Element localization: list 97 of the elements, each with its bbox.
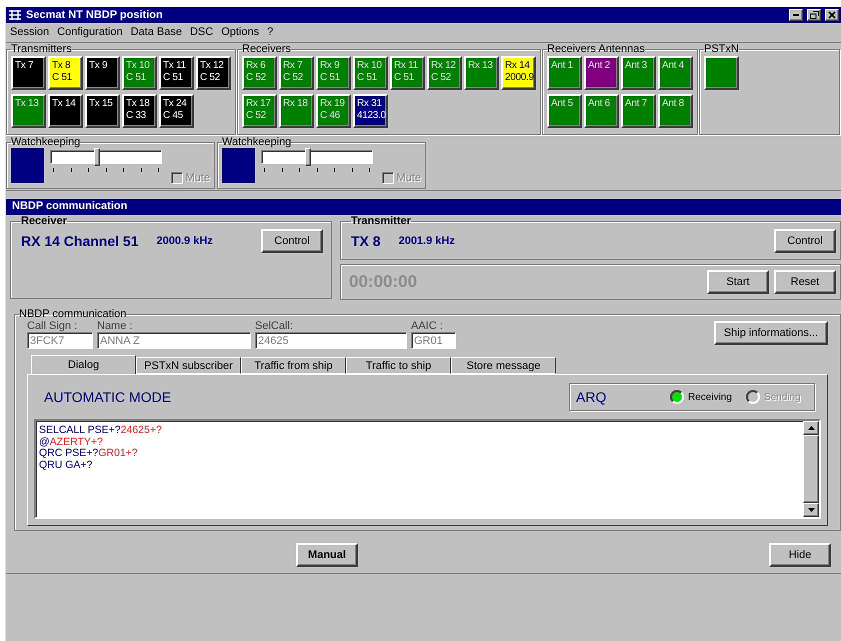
status-tile[interactable]: Rx 12 C 52 <box>427 56 462 90</box>
log-line: SELCALL PSE+?24625+? <box>39 425 163 436</box>
panel-title: Transmitter <box>351 215 411 227</box>
group-title: NBDP communication <box>19 308 126 320</box>
action-button[interactable]: Hide <box>769 543 831 567</box>
volume-slider[interactable] <box>50 150 162 164</box>
up-arrow-icon <box>808 426 814 430</box>
status-tile[interactable]: Ant 2 <box>584 56 619 90</box>
status-tile[interactable]: Tx 13 <box>11 94 46 128</box>
field-label: AAIC : <box>411 320 444 332</box>
status-tile[interactable]: Ant 3 <box>621 56 656 90</box>
status-tile[interactable]: Tx 11 C 51 <box>159 56 194 90</box>
menu-item[interactable]: Options <box>221 26 260 39</box>
slider-thumb[interactable] <box>94 148 100 166</box>
protocol-label: ARQ <box>576 389 608 405</box>
status-tile[interactable]: Rx 19 C 46 <box>316 94 351 128</box>
status-indicator <box>11 148 44 183</box>
section-title: NBDP communication <box>6 199 841 215</box>
status-tile[interactable]: Ant 4 <box>658 56 693 90</box>
status-tile[interactable]: Rx 18 <box>279 94 314 128</box>
status-tile[interactable]: Ant 5 <box>547 94 582 128</box>
status-tile[interactable]: Tx 12 C 52 <box>196 56 231 90</box>
log-line: QRU GA+? <box>39 460 94 471</box>
group-title: Watchkeeping <box>222 136 292 148</box>
indicator-label: Sending <box>764 392 801 402</box>
down-arrow-icon <box>808 508 814 512</box>
menu-item[interactable]: Data Base <box>130 26 182 39</box>
volume-slider[interactable] <box>261 150 373 164</box>
status-tile[interactable]: Tx 8 C 51 <box>48 56 83 90</box>
channel-label: TX 8 <box>351 233 381 249</box>
status-tile[interactable]: Tx 15 <box>85 94 120 128</box>
scrollbar[interactable] <box>803 421 819 517</box>
status-tile[interactable]: Ant 6 <box>584 94 619 128</box>
input-field[interactable]: 3FCK7 <box>27 332 93 349</box>
mode-label: AUTOMATIC MODE <box>44 389 172 405</box>
status-tile[interactable]: Rx 10 C 51 <box>353 56 388 90</box>
action-button[interactable]: Start <box>707 270 769 294</box>
status-tile[interactable]: Rx 14 2000.9 <box>501 56 536 90</box>
status-tile[interactable]: Tx 10 C 51 <box>122 56 157 90</box>
slider-thumb[interactable] <box>305 148 312 166</box>
field-label: Call Sign : <box>27 320 78 332</box>
group-title: Watchkeeping <box>11 136 80 148</box>
menu-item[interactable]: Configuration <box>57 26 123 39</box>
status-tile[interactable]: Tx 24 C 45 <box>159 94 194 128</box>
status-tile[interactable]: Ant 7 <box>621 94 656 128</box>
input-field[interactable]: GR01 <box>411 332 456 349</box>
control-button[interactable]: Control <box>774 229 836 253</box>
tab[interactable]: Traffic from ship <box>241 357 346 374</box>
close-button[interactable] <box>825 9 839 21</box>
menu-item[interactable]: Session <box>10 26 50 39</box>
input-field[interactable]: ANNA Z <box>97 332 251 349</box>
status-tile[interactable]: Rx 13 <box>464 56 499 90</box>
status-tile[interactable]: Tx 18 C 33 <box>122 94 157 128</box>
menu-item[interactable]: ? <box>267 26 274 39</box>
minimize-button[interactable] <box>789 9 803 21</box>
frequency-label: 2001.9 kHz <box>398 235 455 247</box>
group-title: Receivers Antennas <box>547 43 645 55</box>
status-tile[interactable]: Rx 11 C 51 <box>390 56 425 90</box>
tab[interactable]: Store message <box>451 357 556 374</box>
log-line: QRC PSE+?GR01+? <box>39 448 139 460</box>
indicator-label: Receiving <box>688 392 732 402</box>
frequency-label: 2000.9 kHz <box>156 235 213 247</box>
status-tile[interactable]: Rx 6 C 52 <box>242 56 277 90</box>
menu-item[interactable]: DSC <box>190 26 214 39</box>
channel-label: RX 14 Channel 51 <box>21 233 138 249</box>
window-title: Secmat NT NBDP position <box>26 9 164 21</box>
minimize-icon <box>793 14 799 16</box>
action-button[interactable]: Manual <box>296 543 358 567</box>
status-tile[interactable]: Tx 9 <box>85 56 120 90</box>
tab[interactable]: Traffic to ship <box>346 357 451 374</box>
action-button[interactable]: Reset <box>774 270 836 294</box>
status-tile[interactable]: Rx 17 C 52 <box>242 94 277 128</box>
status-indicator <box>222 148 255 183</box>
field-label: Name : <box>97 320 134 332</box>
field-label: SelCall: <box>255 320 294 332</box>
ship-info-button[interactable]: Ship informations... <box>714 321 828 345</box>
tab[interactable]: Dialog <box>31 355 136 374</box>
log-line: @AZERTY+? <box>39 436 104 448</box>
group-title: Receivers <box>242 43 291 55</box>
status-tile[interactable]: Ant 8 <box>658 94 693 128</box>
restore-button[interactable] <box>807 9 821 21</box>
status-tile[interactable]: Tx 7 <box>11 56 46 90</box>
app-icon <box>8 9 22 21</box>
status-tile[interactable]: Tx 14 <box>48 94 83 128</box>
tab[interactable]: PSTxN subscriber <box>136 357 241 374</box>
status-tile[interactable]: Ant 1 <box>547 56 582 90</box>
control-button[interactable]: Control <box>261 229 323 253</box>
restore-icon <box>810 11 818 19</box>
close-icon <box>828 11 836 19</box>
status-tile[interactable]: Rx 31 4123.0 <box>353 94 388 128</box>
status-tile[interactable]: Rx 9 C 51 <box>316 56 351 90</box>
status-tile[interactable] <box>704 56 739 90</box>
group-title: PSTxN <box>704 43 739 55</box>
status-tile[interactable]: Rx 7 C 52 <box>279 56 314 90</box>
group-title: Transmitters <box>11 43 72 55</box>
input-field[interactable]: 24625 <box>255 332 407 349</box>
panel-title: Receiver <box>21 215 67 227</box>
